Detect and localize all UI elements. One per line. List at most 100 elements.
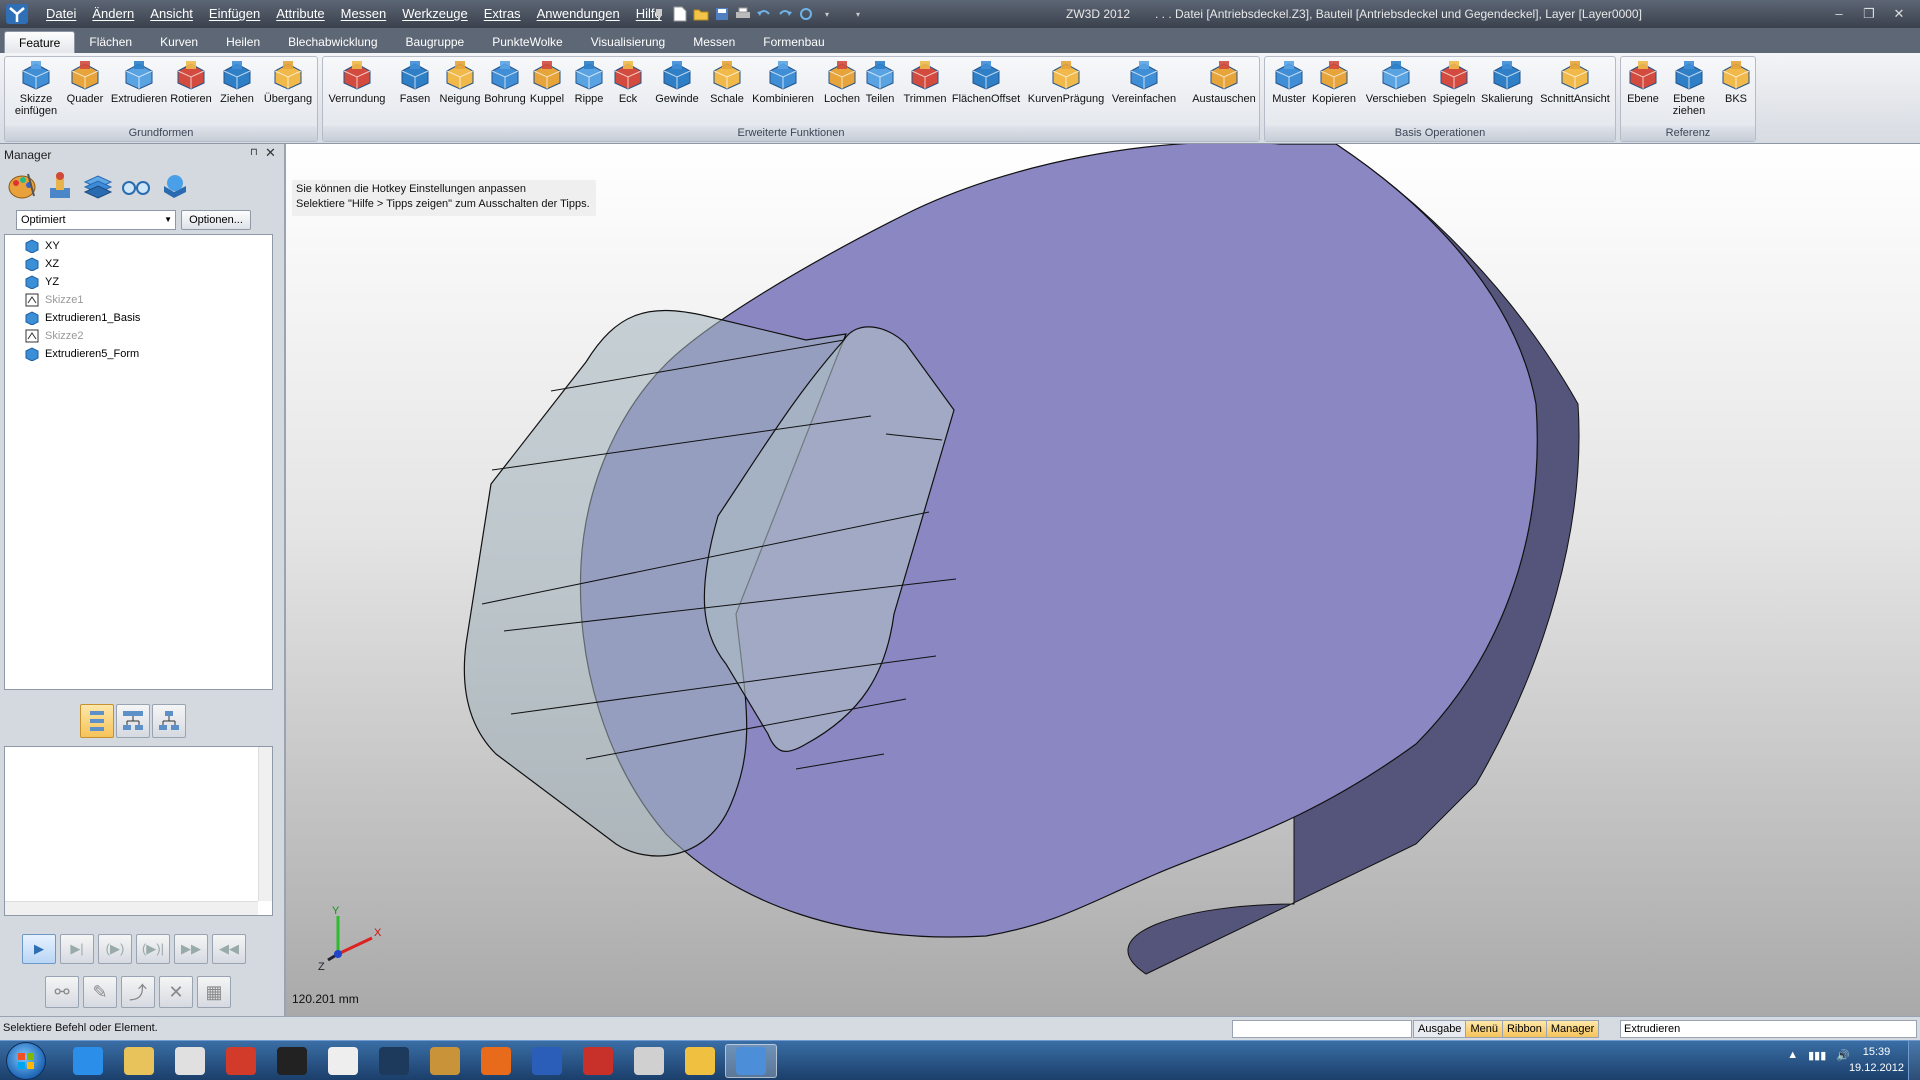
- plane-button[interactable]: Ebene: [1625, 59, 1661, 125]
- layers-icon[interactable]: [82, 170, 114, 202]
- firefox-taskbar-button[interactable]: [470, 1044, 522, 1078]
- tab-blechabwicklung[interactable]: Blechabwicklung: [274, 31, 391, 53]
- restore-button[interactable]: ❐: [1854, 0, 1884, 28]
- zw3d-logo-icon[interactable]: [4, 2, 30, 26]
- edit-button[interactable]: ✎: [83, 976, 117, 1008]
- ucs-button[interactable]: BKS: [1721, 59, 1751, 125]
- weather-taskbar-button[interactable]: [674, 1044, 726, 1078]
- box-button[interactable]: Quader: [65, 59, 105, 125]
- copy-button[interactable]: Kopieren: [1309, 59, 1359, 125]
- explorer-ie-taskbar-button[interactable]: [62, 1044, 114, 1078]
- menu-2[interactable]: Ansicht: [142, 0, 201, 28]
- show-desktop-button[interactable]: [1908, 1041, 1920, 1080]
- options-button[interactable]: Optionen...: [181, 210, 251, 230]
- new-file-icon[interactable]: [671, 5, 689, 23]
- menu-3[interactable]: Einfügen: [201, 0, 268, 28]
- tab-ribbon[interactable]: Ribbon: [1502, 1020, 1547, 1038]
- tree-item[interactable]: Skizze1: [11, 291, 84, 309]
- menu-6[interactable]: Werkzeuge: [394, 0, 476, 28]
- section-view-button[interactable]: SchnittAnsicht: [1537, 59, 1613, 125]
- rib-button[interactable]: Rippe: [569, 59, 609, 125]
- move-button[interactable]: Verschieben: [1363, 59, 1429, 125]
- tree-item[interactable]: Extrudieren5_Form: [11, 345, 139, 363]
- tree-item[interactable]: Extrudieren1_Basis: [11, 309, 140, 327]
- menu-1[interactable]: Ändern: [84, 0, 142, 28]
- nfs-taskbar-button[interactable]: [266, 1044, 318, 1078]
- scale-button[interactable]: Skalierung: [1479, 59, 1535, 125]
- revolve-button[interactable]: Rotieren: [169, 59, 213, 125]
- trim-button[interactable]: Trimmen: [901, 59, 949, 125]
- reorder-button[interactable]: ⤴: [121, 976, 155, 1008]
- link-button[interactable]: ⚯: [45, 976, 79, 1008]
- soccer-taskbar-button[interactable]: [317, 1044, 369, 1078]
- network-icon[interactable]: ▮▮▮: [1808, 1049, 1826, 1062]
- rewind-button[interactable]: ◀◀: [212, 934, 246, 964]
- thread-button[interactable]: Gewinde: [651, 59, 703, 125]
- emboss-button[interactable]: KurvenPrägung: [1027, 59, 1105, 125]
- minimize-button[interactable]: –: [1824, 0, 1854, 28]
- undo-icon[interactable]: [755, 5, 773, 23]
- assembly-icon[interactable]: [44, 170, 76, 202]
- tray-expand-icon[interactable]: ▲: [1787, 1049, 1798, 1062]
- folder-taskbar-button[interactable]: [113, 1044, 165, 1078]
- clock[interactable]: 15:39 19.12.2012: [1849, 1044, 1904, 1076]
- delete-button[interactable]: ✕: [159, 976, 193, 1008]
- vertical-scrollbar[interactable]: [258, 747, 272, 901]
- word-taskbar-button[interactable]: [521, 1044, 573, 1078]
- close-button[interactable]: ✕: [1884, 0, 1914, 28]
- replay-to-end-button[interactable]: (▶)|: [136, 934, 170, 964]
- hierarchy-view-button[interactable]: [116, 704, 150, 738]
- replay-step-button[interactable]: (▶): [98, 934, 132, 964]
- 3d-viewport[interactable]: Sie können die Hotkey Einstellungen anpa…: [284, 144, 1920, 1016]
- app-m-taskbar-button[interactable]: [572, 1044, 624, 1078]
- tab-formenbau[interactable]: Formenbau: [749, 31, 838, 53]
- tree-item[interactable]: XZ: [11, 255, 59, 273]
- print-icon[interactable]: [734, 5, 752, 23]
- sketch-button[interactable]: Skizze einfügen: [13, 59, 59, 125]
- qat-dropdown-icon[interactable]: ▾: [818, 5, 836, 23]
- tab-heilen[interactable]: Heilen: [212, 31, 274, 53]
- menu-8[interactable]: Anwendungen: [529, 0, 628, 28]
- loft-button[interactable]: Übergang: [261, 59, 315, 125]
- replace-button[interactable]: Austauschen: [1189, 59, 1259, 125]
- tab-baugruppe[interactable]: Baugruppe: [392, 31, 479, 53]
- tab-feature[interactable]: Feature: [4, 31, 76, 53]
- pattern-button[interactable]: Muster: [1269, 59, 1309, 125]
- zw3d-taskbar-button[interactable]: [725, 1044, 777, 1078]
- punch-button[interactable]: Lochen: [823, 59, 861, 125]
- shell-button[interactable]: Schale: [709, 59, 745, 125]
- corner-button[interactable]: Eck: [613, 59, 643, 125]
- pin-icon[interactable]: [650, 5, 668, 23]
- horizontal-scrollbar[interactable]: [5, 901, 258, 915]
- suppress-button[interactable]: ▦: [197, 976, 231, 1008]
- start-button[interactable]: [6, 1042, 46, 1080]
- draft-button[interactable]: Neigung: [439, 59, 481, 125]
- hole-button[interactable]: Bohrung: [484, 59, 526, 125]
- status-input[interactable]: [1232, 1020, 1412, 1038]
- fillet-button[interactable]: Verrundung: [325, 59, 389, 125]
- console-taskbar-button[interactable]: [368, 1044, 420, 1078]
- tree-item[interactable]: YZ: [11, 273, 59, 291]
- customize-qat-icon[interactable]: ▾: [849, 5, 867, 23]
- close-panel-icon[interactable]: ✕: [265, 145, 276, 161]
- tab-menu[interactable]: Menü: [1466, 1020, 1503, 1038]
- chamfer-button[interactable]: Fasen: [395, 59, 435, 125]
- volume-icon[interactable]: 🔊: [1836, 1049, 1850, 1062]
- face-offset-button[interactable]: FlächenOffset: [949, 59, 1023, 125]
- drag-plane-button[interactable]: Ebene ziehen: [1667, 59, 1711, 125]
- tab-punktewolke[interactable]: PunkteWolke: [478, 31, 576, 53]
- app-red-taskbar-button[interactable]: [215, 1044, 267, 1078]
- redo-icon[interactable]: [776, 5, 794, 23]
- media-player-taskbar-button[interactable]: [164, 1044, 216, 1078]
- pin-taskbar-button[interactable]: [623, 1044, 675, 1078]
- menu-4[interactable]: Attribute: [268, 0, 332, 28]
- play-button[interactable]: ▶: [22, 934, 56, 964]
- menu-7[interactable]: Extras: [476, 0, 529, 28]
- tab-flächen[interactable]: Flächen: [75, 31, 146, 53]
- tree-item[interactable]: XY: [11, 237, 60, 255]
- sweep-button[interactable]: Ziehen: [217, 59, 257, 125]
- figure-taskbar-button[interactable]: [419, 1044, 471, 1078]
- tab-kurven[interactable]: Kurven: [146, 31, 212, 53]
- fast-forward-button[interactable]: ▶▶: [174, 934, 208, 964]
- mode-dropdown[interactable]: Optimiert ▼: [16, 210, 176, 230]
